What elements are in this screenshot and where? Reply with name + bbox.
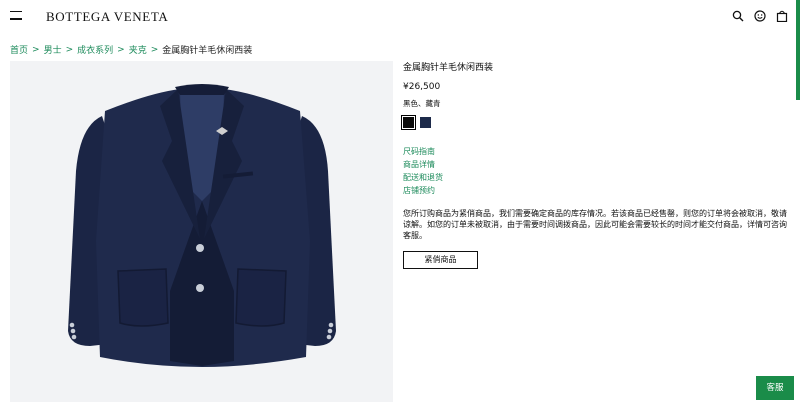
site-header: BOTTEGA VENETA: [0, 0, 800, 34]
stock-notice: 您所订购商品为紧俏商品，我们需要确定商品的库存情况。若该商品已经售罄，则您的订单…: [403, 209, 787, 240]
page-scroll-indicator[interactable]: [796, 0, 800, 100]
color-swatches: [401, 115, 783, 130]
product-details-link[interactable]: 商品详情: [403, 159, 443, 172]
breadcrumb: 首页 > 男士 > 成衣系列 > 夹克 > 金属胸针羊毛休闲西装: [10, 43, 253, 57]
breadcrumb-jackets[interactable]: 夹克: [129, 43, 147, 56]
customer-service-button[interactable]: 客服: [756, 376, 794, 400]
size-guide-link[interactable]: 尺码指南: [403, 146, 443, 159]
breadcrumb-current: 金属胸针羊毛休闲西装: [162, 46, 253, 56]
search-icon[interactable]: [732, 10, 744, 22]
breadcrumb-ready-to-wear[interactable]: 成衣系列: [77, 43, 113, 56]
jacket-illustration: [68, 84, 336, 367]
product-image[interactable]: [10, 61, 393, 402]
account-icon[interactable]: [754, 10, 766, 22]
product-colors: 黑色、藏青: [403, 99, 441, 108]
swatch-navy[interactable]: [420, 117, 431, 128]
breadcrumb-home[interactable]: 首页: [10, 43, 28, 56]
product-info: 金属胸针羊毛休闲西装 ¥26,500 黑色、藏青: [401, 60, 783, 130]
shopping-bag-icon[interactable]: [776, 10, 788, 22]
breadcrumb-separator: >: [150, 44, 159, 55]
breadcrumb-men[interactable]: 男士: [44, 43, 62, 56]
breadcrumb-separator: >: [32, 44, 40, 55]
brand-logo[interactable]: BOTTEGA VENETA: [46, 9, 168, 25]
breadcrumb-separator: >: [117, 44, 125, 55]
delivery-returns-link[interactable]: 配送和退货: [403, 172, 443, 185]
menu-icon[interactable]: [10, 11, 22, 21]
product-title: 金属胸针羊毛休闲西装: [403, 63, 494, 73]
swatch-black[interactable]: [401, 115, 416, 130]
urgent-item-button[interactable]: 紧俏商品: [403, 251, 478, 269]
product-links: 尺码指南 商品详情 配送和退货 店铺预约: [403, 146, 443, 198]
product-price: ¥26,500: [403, 82, 441, 92]
breadcrumb-separator: >: [65, 44, 74, 55]
header-icons: [732, 10, 788, 22]
store-booking-link[interactable]: 店铺预约: [403, 185, 443, 198]
